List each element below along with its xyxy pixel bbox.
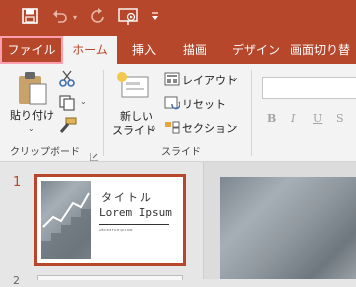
slide-editor	[203, 162, 356, 279]
ribbon-tabs: ファイル ホーム 挿入 描画 デザイン 画面切り替	[0, 36, 356, 64]
layout-icon[interactable]	[164, 71, 180, 90]
start-slideshow-icon[interactable]	[117, 8, 139, 28]
customize-qat-icon[interactable]	[148, 8, 162, 28]
thumbnail-small-text: ABCDEFGHIJKLMN	[99, 228, 133, 232]
slide-thumbnail-pane: 1 タイトル Lorem Ipsum ABCDEFGHIJKLMN 2	[0, 162, 203, 287]
underline-button[interactable]: U	[313, 112, 322, 125]
slide-thumbnail-1[interactable]: タイトル Lorem Ipsum ABCDEFGHIJKLMN	[34, 174, 186, 266]
section-icon[interactable]	[164, 119, 180, 138]
group-divider	[251, 70, 252, 156]
tab-insert[interactable]: 挿入	[122, 36, 166, 64]
save-icon[interactable]	[20, 8, 40, 28]
thumbnail-subtitle: Lorem Ipsum	[99, 206, 172, 219]
section-button[interactable]: セクション	[182, 120, 237, 136]
format-painter-icon[interactable]	[58, 116, 78, 138]
section-dropdown-icon[interactable]: ⌄	[232, 121, 239, 130]
slide-number: 1	[13, 175, 22, 190]
paste-dropdown-icon[interactable]: ⌄	[28, 124, 35, 133]
copy-icon[interactable]	[58, 94, 76, 116]
redo-icon[interactable]	[88, 8, 108, 28]
italic-button[interactable]: I	[291, 112, 295, 125]
tab-transitions[interactable]: 画面切り替	[290, 36, 356, 64]
quick-access-toolbar: ▾	[0, 0, 356, 36]
reset-button[interactable]: リセット	[182, 96, 226, 112]
thumbnail-image	[41, 181, 91, 259]
undo-icon[interactable]	[50, 8, 70, 28]
ribbon-home: 貼り付け ⌄ ⌄ クリップボード 新しい スライド ⌄ レイアウト ⌄ リセット…	[0, 64, 356, 162]
clipboard-group-label: クリップボード	[10, 147, 80, 158]
paste-button[interactable]: 貼り付け	[10, 107, 54, 123]
new-slide-icon[interactable]	[116, 71, 150, 107]
tab-home[interactable]: ホーム	[63, 36, 117, 64]
tab-draw[interactable]: 描画	[170, 36, 220, 64]
copy-dropdown-icon[interactable]: ⌄	[80, 97, 87, 106]
tab-design[interactable]: デザイン	[226, 36, 286, 64]
undo-dropdown-icon[interactable]: ▾	[70, 8, 80, 28]
shadow-button[interactable]: S	[336, 112, 344, 125]
paste-icon[interactable]	[16, 70, 48, 110]
slides-group-label: スライド	[161, 147, 201, 158]
thumbnail-title: タイトル	[101, 191, 153, 204]
slide-number: 2	[13, 274, 20, 287]
layout-dropdown-icon[interactable]: ⌄	[232, 73, 239, 82]
tab-file[interactable]: ファイル	[0, 36, 63, 64]
font-name-box[interactable]	[262, 77, 356, 99]
thumbnail-divider	[99, 224, 169, 225]
new-slide-dropdown-icon[interactable]: ⌄	[150, 123, 157, 132]
slide-thumbnail-2[interactable]	[37, 275, 183, 280]
layout-button[interactable]: レイアウト	[182, 72, 237, 88]
group-divider	[103, 70, 104, 156]
bold-button[interactable]: B	[267, 112, 276, 125]
slide-canvas-image[interactable]	[220, 177, 356, 279]
cut-icon[interactable]	[58, 70, 76, 92]
reset-icon[interactable]	[164, 95, 181, 114]
